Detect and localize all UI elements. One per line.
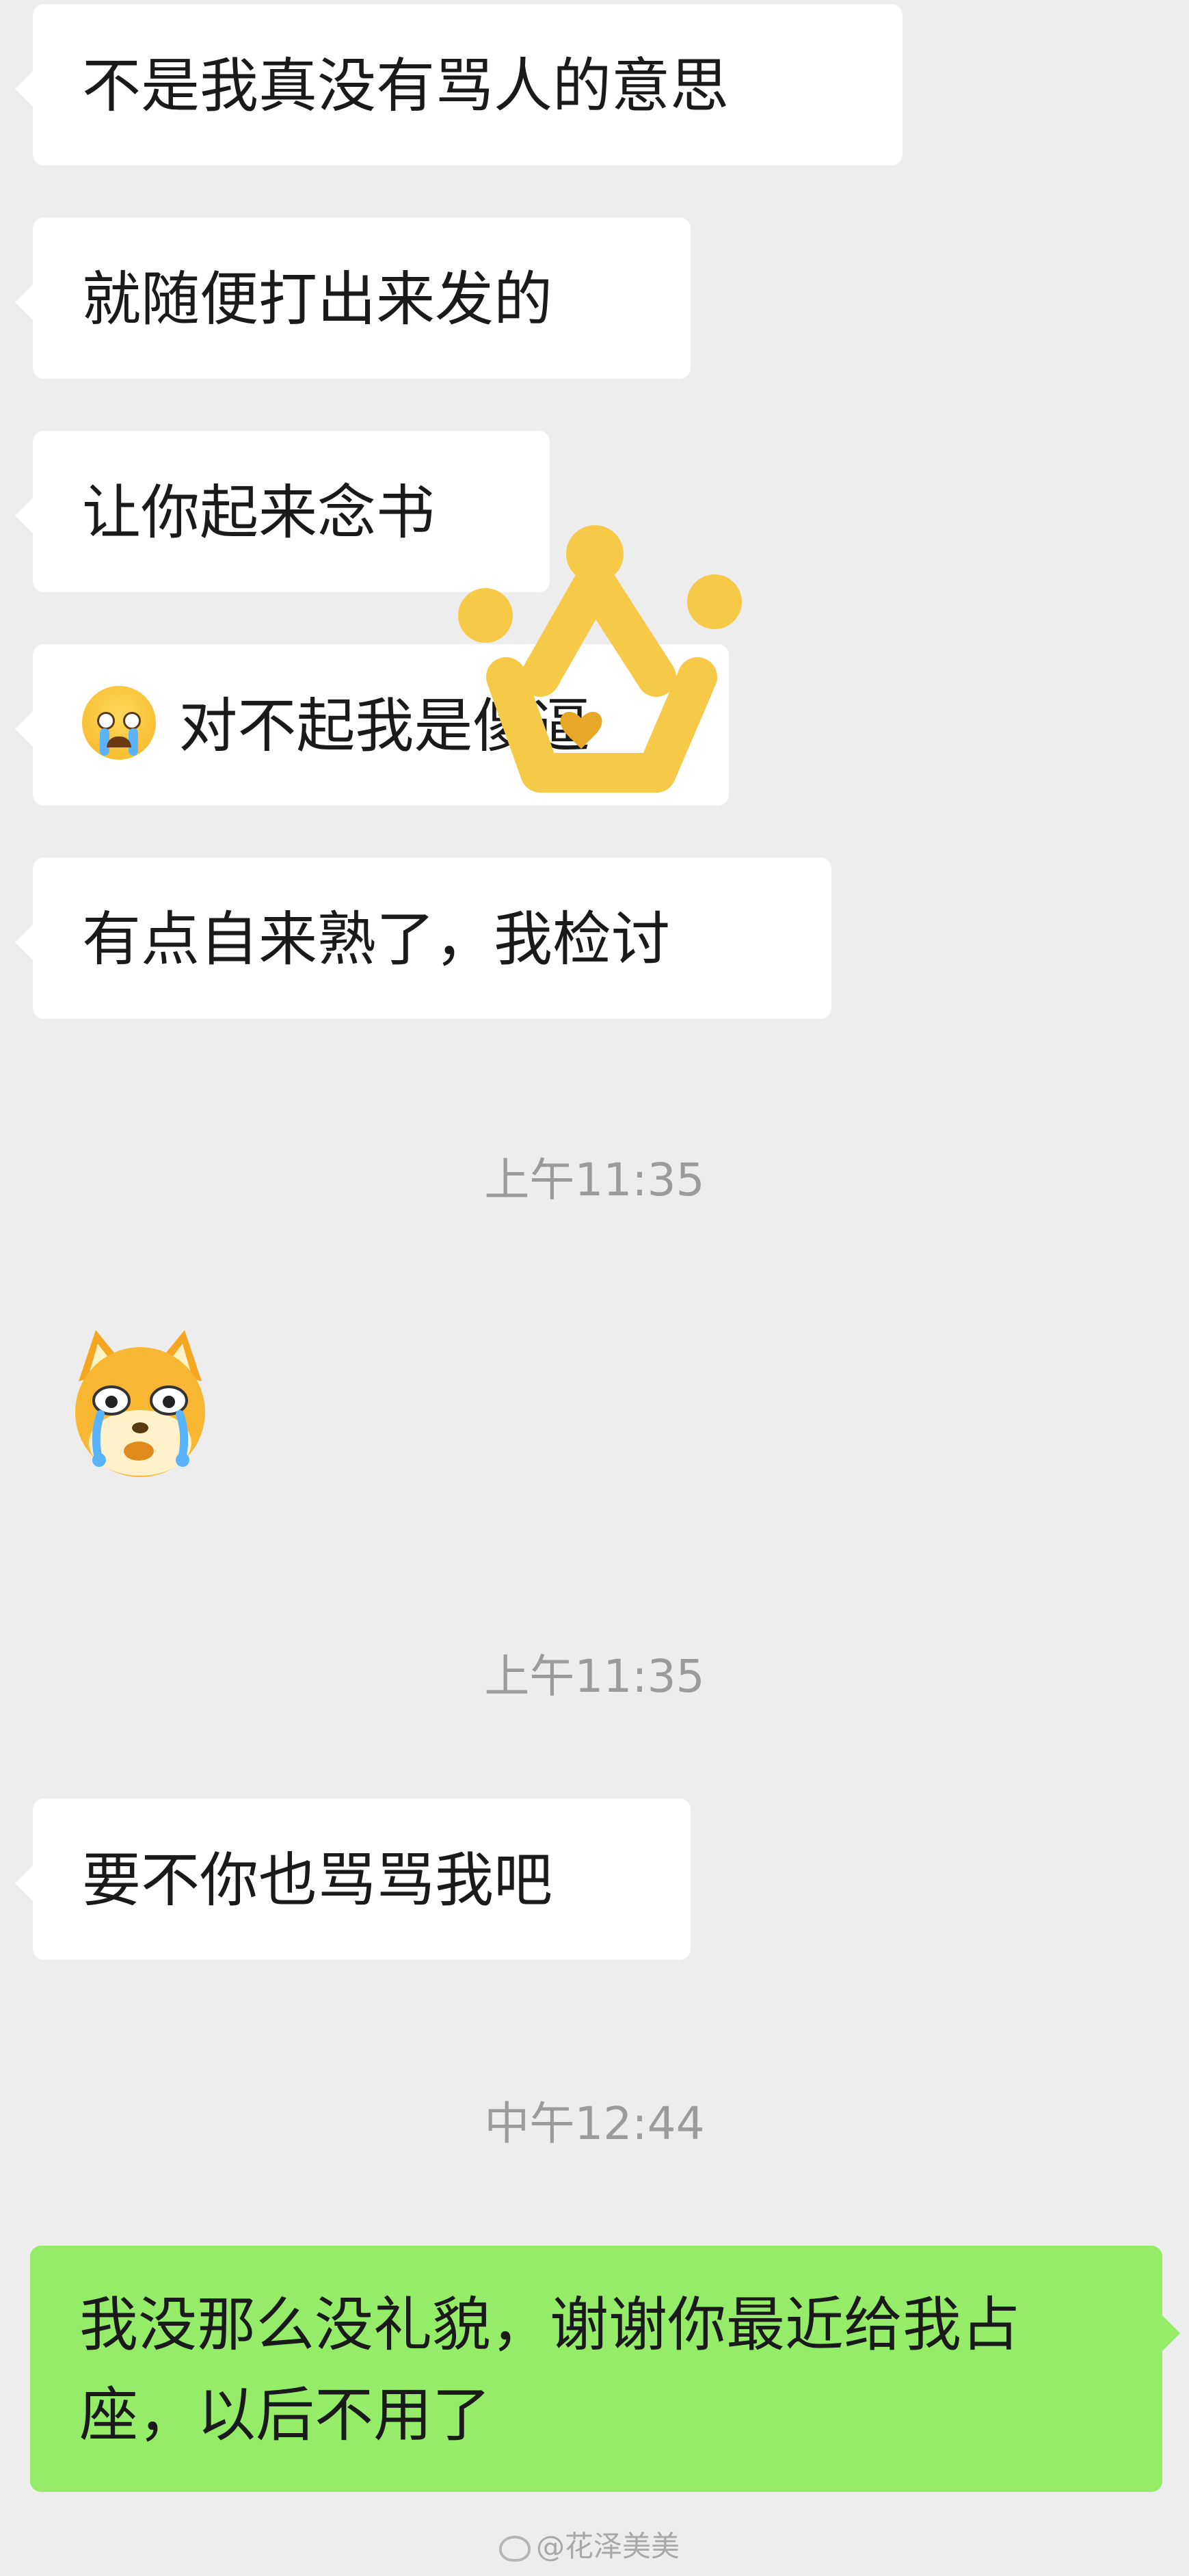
crying-shiba-dog-sticker-icon[interactable]	[58, 1320, 222, 1484]
message-timestamp: 中午12:44	[484, 2097, 705, 2150]
crown-sticker-icon	[431, 506, 759, 821]
weibo-logo-icon	[499, 2536, 531, 2562]
message-timestamp: 上午11:35	[484, 1650, 705, 1703]
message-text: 要不你也骂骂我吧	[82, 1846, 552, 1915]
message-text: 就随便打出来发的	[82, 265, 552, 334]
message-text: 有点自来熟了，我检讨	[82, 905, 670, 974]
message-text: 我没那么没礼貌，谢谢你最近给我占座，以后不用了	[79, 2291, 1020, 2449]
outgoing-message-bubble[interactable]: 我没那么没礼貌，谢谢你最近给我占座，以后不用了	[30, 2246, 1180, 2492]
message-text: 不是我真没有骂人的意思	[82, 52, 729, 120]
incoming-message-bubble[interactable]: 要不你也骂骂我吧	[15, 1798, 691, 1960]
message-timestamp: 上午11:35	[484, 1154, 705, 1206]
crying-face-emoji-icon	[82, 686, 156, 760]
watermark-text: @花泽美美	[536, 2529, 680, 2563]
incoming-message-bubble[interactable]: 有点自来熟了，我检讨	[15, 858, 831, 1019]
incoming-message-bubble[interactable]: 不是我真没有骂人的意思	[15, 4, 903, 165]
message-text: 让你起来念书	[82, 479, 435, 547]
incoming-message-bubble[interactable]: 就随便打出来发的	[15, 217, 691, 379]
watermark: @花泽美美	[499, 2523, 680, 2565]
